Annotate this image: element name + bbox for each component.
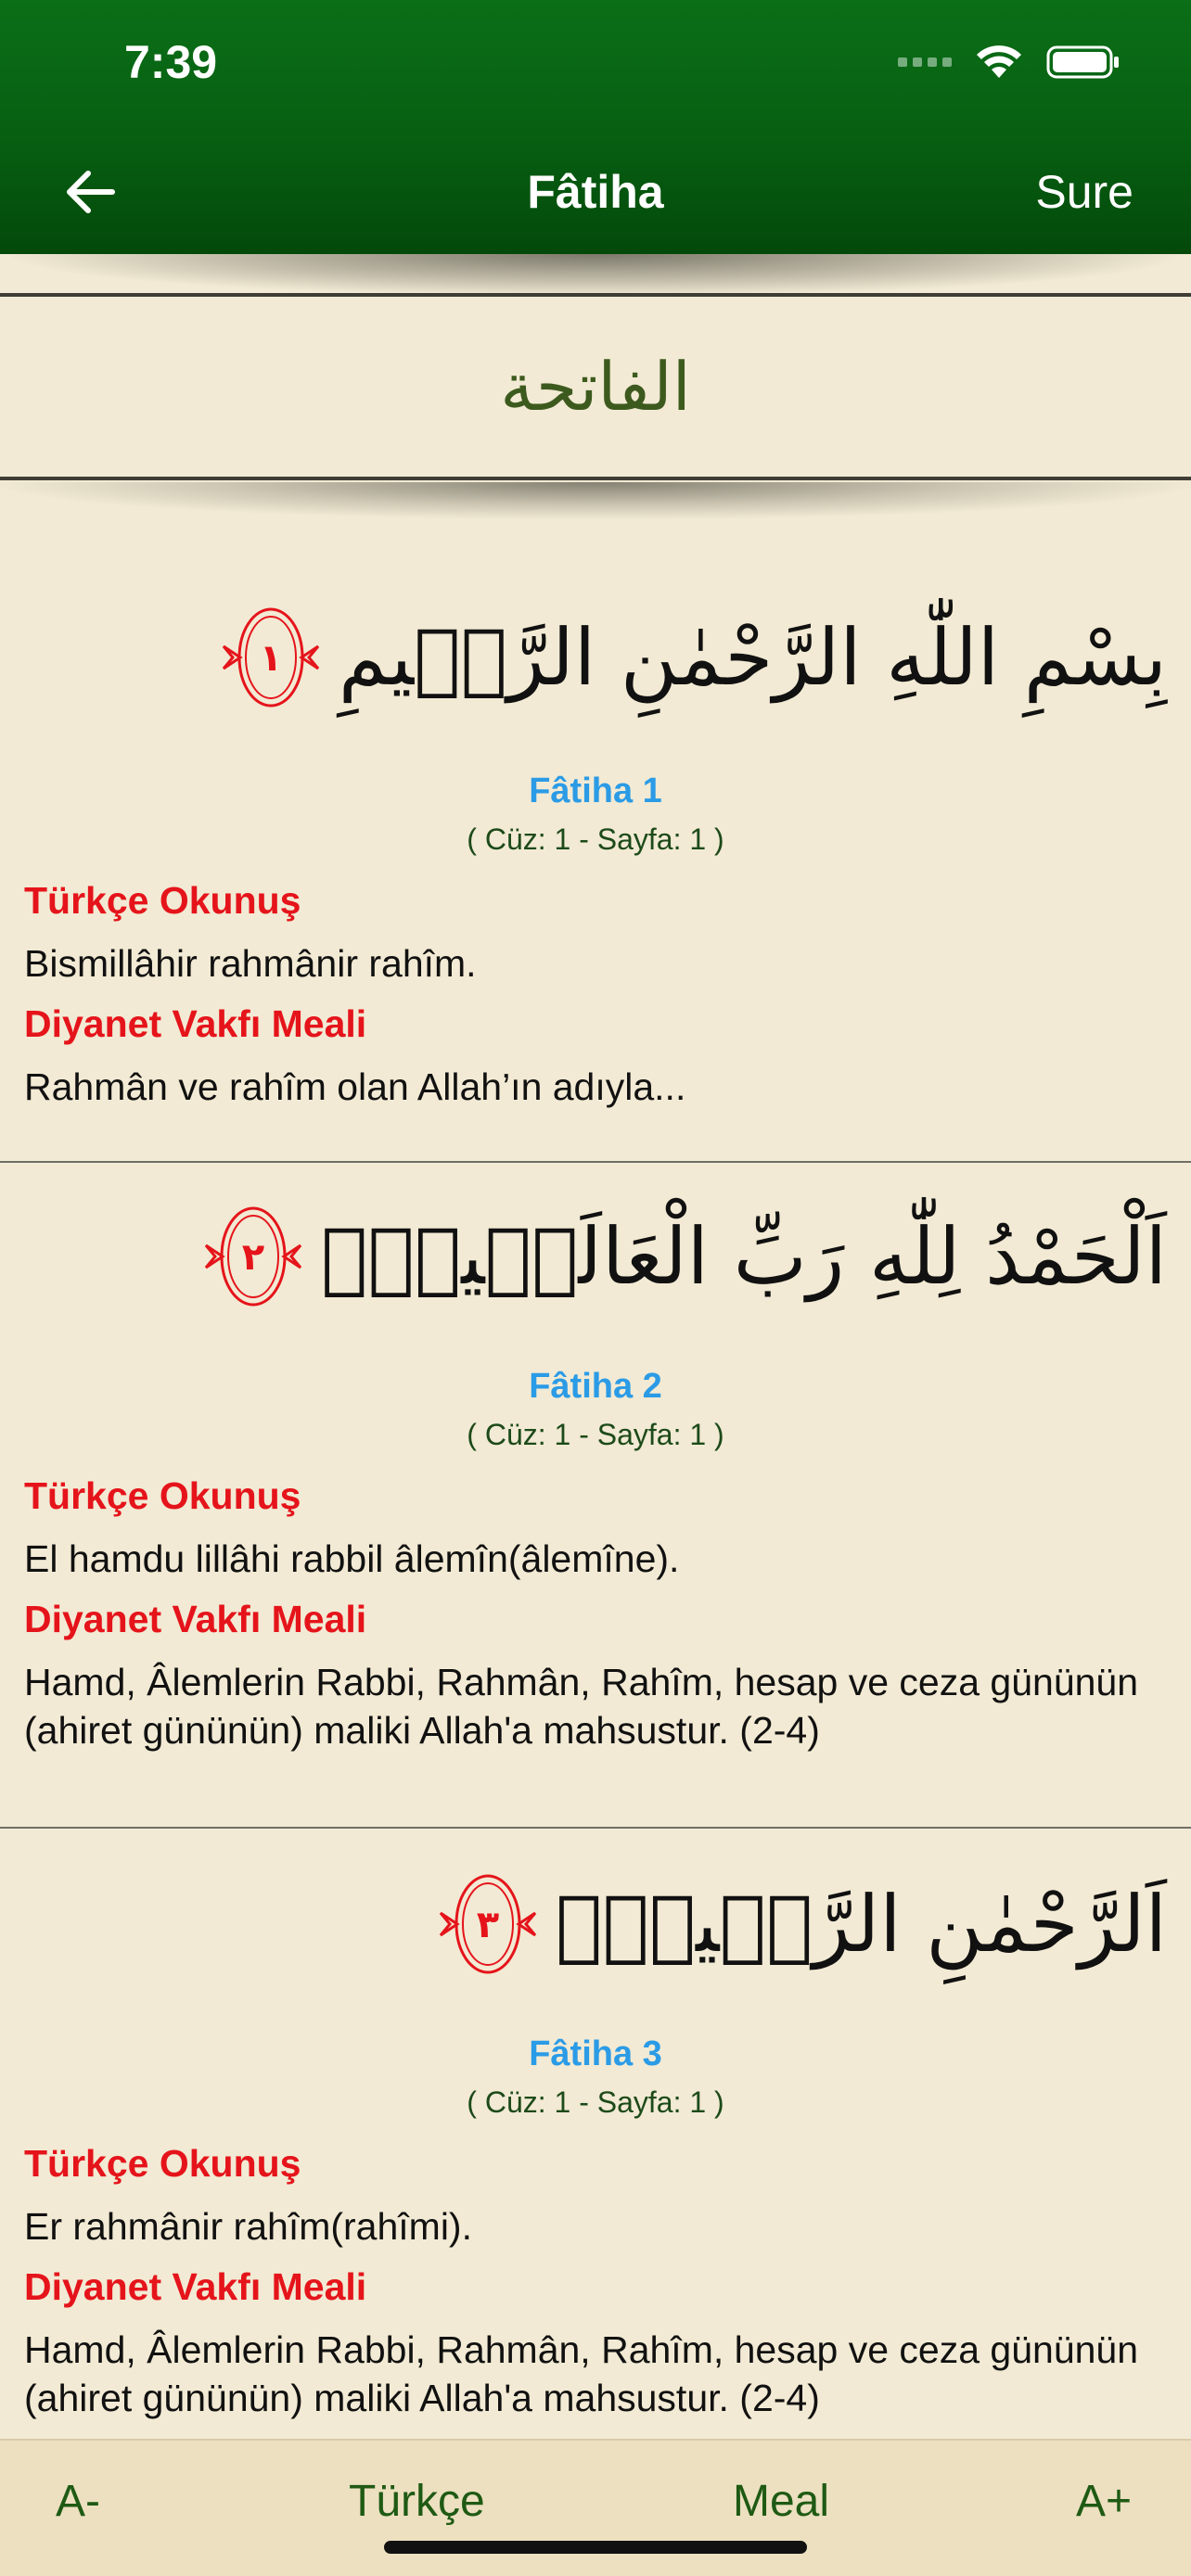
verse-item[interactable]: بِسْمِ اللّٰهِ الرَّحْمٰنِ الرَّح۪يمِ ١ … — [0, 504, 1191, 1163]
verse-location: ( Cüz: 1 - Sayfa: 1 ) — [467, 1418, 724, 1451]
status-icons — [898, 45, 1121, 80]
wifi-icon — [977, 45, 1021, 78]
arabic-verse-text: اَلْحَمْدُ لِلّٰهِ رَبِّ الْعَالَم۪ينَۙ — [320, 1211, 1167, 1302]
verse-reference: Fâtiha 3 — [529, 2034, 662, 2073]
meal-toggle-button[interactable]: Meal — [733, 2476, 829, 2527]
increase-font-button[interactable]: A+ — [1076, 2476, 1132, 2527]
cellular-signal-icon — [898, 57, 952, 67]
transliteration-title: Türkçe Okunuş — [24, 1474, 301, 1517]
surah-banner: الفاتحة — [0, 254, 1191, 519]
verse-item[interactable]: اَلْحَمْدُ لِلّٰهِ رَبِّ الْعَالَم۪ينَۙ … — [0, 1163, 1191, 1829]
translation-text: Hamd, Âlemlerin Rabbi, Rahmân, Rahîm, he… — [24, 1661, 1139, 1752]
page-title: Fâtiha — [527, 166, 664, 218]
verse-reference: Fâtiha 1 — [529, 772, 662, 810]
top-navigation-bar: 7:39 Fâtiha Sure — [0, 0, 1191, 254]
battery-icon — [1046, 45, 1119, 79]
svg-text:٢: ٢ — [242, 1236, 264, 1279]
home-indicator — [384, 2541, 807, 2554]
translation-text: Hamd, Âlemlerin Rabbi, Rahmân, Rahîm, he… — [24, 2328, 1139, 2419]
banner-shadow — [0, 254, 1191, 297]
status-time: 7:39 — [124, 36, 218, 88]
translation-title: Diyanet Vakfı Meali — [24, 2265, 367, 2308]
turkish-toggle-button[interactable]: Türkçe — [349, 2476, 485, 2527]
translation-text: Rahmân ve rahîm olan Allah’ın adıyla... — [24, 1065, 686, 1108]
svg-text:١: ١ — [260, 637, 282, 680]
sure-button[interactable]: Sure — [1035, 165, 1133, 219]
verse-item[interactable]: اَلرَّحْمٰنِ الرَّح۪يمِۙ ٣ Fâtiha 3 ( Cü… — [0, 1829, 1191, 2533]
ayah-number-icon: ٣ — [439, 1874, 537, 1974]
decrease-font-button[interactable]: A- — [56, 2476, 100, 2527]
arabic-row: اَلرَّحْمٰنِ الرَّح۪يمِۙ ٣ — [0, 1829, 1191, 1984]
app-root: 7:39 Fâtiha Sure الفاتحة بِسْمِ اللّٰهِ … — [0, 0, 1191, 2576]
ayah-number-icon: ١ — [222, 607, 319, 708]
svg-text:٣: ٣ — [477, 1904, 499, 1946]
verse-reference: Fâtiha 2 — [529, 1367, 662, 1406]
transliteration-title: Türkçe Okunuş — [24, 879, 301, 922]
transliteration-text: Er rahmânir rahîm(rahîmi). — [24, 2205, 472, 2248]
surah-banner-frame: الفاتحة — [0, 293, 1191, 480]
arabic-verse-text: بِسْمِ اللّٰهِ الرَّحْمٰنِ الرَّح۪يمِ — [338, 612, 1167, 703]
transliteration-text: El hamdu lillâhi rabbil âlemîn(âlemîne). — [24, 1537, 680, 1580]
arabic-verse-text: اَلرَّحْمٰنِ الرَّح۪يمِۙ — [555, 1879, 1167, 1970]
transliteration-text: Bismillâhir rahmânir rahîm. — [24, 942, 477, 985]
translation-title: Diyanet Vakfı Meali — [24, 1002, 367, 1045]
verse-location: ( Cüz: 1 - Sayfa: 1 ) — [467, 823, 724, 856]
arabic-row: اَلْحَمْدُ لِلّٰهِ رَبِّ الْعَالَم۪ينَۙ … — [0, 1163, 1191, 1317]
ayah-number-icon: ٢ — [204, 1206, 302, 1307]
translation-title: Diyanet Vakfı Meali — [24, 1598, 367, 1640]
verse-location: ( Cüz: 1 - Sayfa: 1 ) — [467, 2085, 724, 2119]
surah-arabic-name: الفاتحة — [500, 348, 691, 426]
transliteration-title: Türkçe Okunuş — [24, 2142, 301, 2185]
verse-list[interactable]: بِسْمِ اللّٰهِ الرَّحْمٰنِ الرَّح۪يمِ ١ … — [0, 504, 1191, 2533]
bottom-toolbar: A- Türkçe Meal A+ — [0, 2439, 1191, 2576]
arabic-row: بِسْمِ اللّٰهِ الرَّحْمٰنِ الرَّح۪يمِ ١ — [0, 504, 1191, 718]
